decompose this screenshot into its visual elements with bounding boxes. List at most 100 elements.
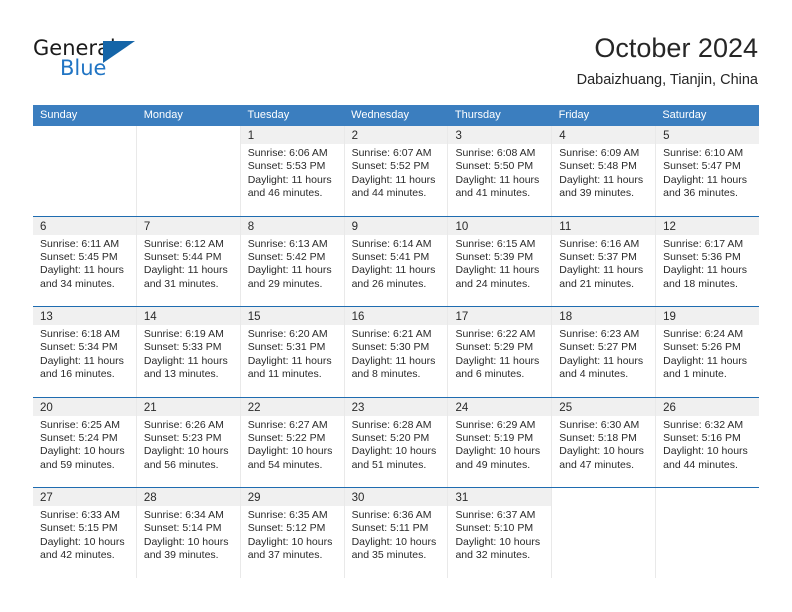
day-info: Sunrise: 6:24 AM Sunset: 5:26 PM Dayligh… bbox=[656, 325, 759, 382]
day-cell[interactable]: 19 Sunrise: 6:24 AM Sunset: 5:26 PM Dayl… bbox=[656, 307, 760, 397]
day-cell[interactable]: 11 Sunrise: 6:16 AM Sunset: 5:37 PM Dayl… bbox=[552, 216, 657, 306]
sunset-line: Sunset: 5:34 PM bbox=[40, 341, 118, 354]
sunset-line: Sunset: 5:14 PM bbox=[143, 522, 222, 535]
daylight-line-2: and 29 minutes. bbox=[247, 277, 323, 290]
day-number-band: 10 bbox=[448, 216, 552, 235]
day-number-band: 19 bbox=[656, 307, 760, 325]
day-number-band: 24 bbox=[448, 397, 552, 416]
daylight-line-1: Daylight: 11 hours bbox=[663, 264, 748, 277]
day-cell[interactable]: 23 Sunrise: 6:28 AM Sunset: 5:20 PM Dayl… bbox=[344, 397, 449, 487]
day-number-band: 25 bbox=[552, 397, 656, 416]
sunset-line: Sunset: 5:23 PM bbox=[143, 431, 222, 444]
day-cell[interactable]: 24 Sunrise: 6:29 AM Sunset: 5:19 PM Dayl… bbox=[448, 397, 553, 487]
day-number: 12 bbox=[663, 220, 676, 233]
day-cell[interactable]: 5 Sunrise: 6:10 AM Sunset: 5:47 PM Dayli… bbox=[656, 126, 760, 216]
day-number: 29 bbox=[247, 492, 261, 504]
day-info bbox=[137, 144, 240, 147]
weekday-header-sunday: Sunday bbox=[40, 109, 78, 121]
day-number: 21 bbox=[143, 401, 157, 414]
day-number: 13 bbox=[40, 311, 53, 323]
general-blue-logo[interactable]: General Blue bbox=[33, 36, 183, 86]
weekday-header-saturday: Saturday bbox=[662, 109, 707, 121]
daylight-line-1: Daylight: 11 hours bbox=[143, 264, 228, 277]
week-row: 27 Sunrise: 6:33 AM Sunset: 5:15 PM Dayl… bbox=[33, 487, 760, 578]
day-cell[interactable]: 17 Sunrise: 6:22 AM Sunset: 5:29 PM Dayl… bbox=[448, 307, 553, 397]
daylight-line-1: Daylight: 11 hours bbox=[351, 173, 436, 186]
day-cell[interactable]: 1 Sunrise: 6:06 AM Sunset: 5:53 PM Dayli… bbox=[240, 126, 345, 216]
sunrise-line: Sunrise: 6:09 AM bbox=[559, 147, 640, 159]
day-cell[interactable]: 20 Sunrise: 6:25 AM Sunset: 5:24 PM Dayl… bbox=[33, 397, 137, 487]
day-cell[interactable]: 16 Sunrise: 6:21 AM Sunset: 5:30 PM Dayl… bbox=[344, 307, 449, 397]
day-number-band: 1 bbox=[240, 126, 344, 144]
daylight-line-2: and 44 minutes. bbox=[663, 458, 738, 471]
sunrise-line: Sunrise: 6:22 AM bbox=[455, 328, 536, 340]
day-cell[interactable]: 12 Sunrise: 6:17 AM Sunset: 5:36 PM Dayl… bbox=[656, 216, 760, 306]
day-number-band: 16 bbox=[344, 307, 448, 325]
daylight-line-2: and 4 minutes. bbox=[559, 368, 629, 381]
day-cell[interactable]: 27 Sunrise: 6:33 AM Sunset: 5:15 PM Dayl… bbox=[33, 488, 137, 578]
day-cell[interactable]: 6 Sunrise: 6:11 AM Sunset: 5:45 PM Dayli… bbox=[33, 216, 137, 306]
day-cell[interactable]: 28 Sunrise: 6:34 AM Sunset: 5:14 PM Dayl… bbox=[136, 488, 241, 578]
sunrise-line: Sunrise: 6:14 AM bbox=[351, 237, 432, 250]
day-cell[interactable]: 14 Sunrise: 6:19 AM Sunset: 5:33 PM Dayl… bbox=[136, 307, 241, 397]
day-number-band: 21 bbox=[136, 397, 240, 416]
day-number: 1 bbox=[247, 130, 255, 142]
day-info: Sunrise: 6:07 AM Sunset: 5:52 PM Dayligh… bbox=[345, 144, 448, 201]
day-cell[interactable]: 7 Sunrise: 6:12 AM Sunset: 5:44 PM Dayli… bbox=[136, 216, 241, 306]
day-cell[interactable]: 26 Sunrise: 6:32 AM Sunset: 5:16 PM Dayl… bbox=[656, 397, 760, 487]
sunrise-line: Sunrise: 6:25 AM bbox=[40, 418, 120, 431]
daylight-line-1: Daylight: 11 hours bbox=[40, 354, 124, 367]
day-cell[interactable]: 4 Sunrise: 6:09 AM Sunset: 5:48 PM Dayli… bbox=[552, 126, 657, 216]
day-cell[interactable]: 2 Sunrise: 6:07 AM Sunset: 5:52 PM Dayli… bbox=[344, 126, 449, 216]
day-cell[interactable]: 18 Sunrise: 6:23 AM Sunset: 5:27 PM Dayl… bbox=[552, 307, 657, 397]
day-number: 2 bbox=[351, 130, 358, 142]
daylight-line-2: and 56 minutes. bbox=[143, 458, 219, 471]
daylight-line-2: and 59 minutes. bbox=[40, 458, 115, 471]
day-cell[interactable]: 22 Sunrise: 6:27 AM Sunset: 5:22 PM Dayl… bbox=[240, 397, 345, 487]
daylight-line-2: and 11 minutes. bbox=[247, 368, 322, 381]
day-cell[interactable]: 8 Sunrise: 6:13 AM Sunset: 5:42 PM Dayli… bbox=[240, 216, 345, 306]
day-number-band: 6 bbox=[33, 216, 136, 235]
daylight-line-1: Daylight: 10 hours bbox=[40, 445, 125, 458]
day-info: Sunrise: 6:27 AM Sunset: 5:22 PM Dayligh… bbox=[241, 416, 344, 473]
sunrise-line: Sunrise: 6:15 AM bbox=[455, 237, 536, 250]
day-info: Sunrise: 6:10 AM Sunset: 5:47 PM Dayligh… bbox=[656, 144, 759, 201]
sunset-line: Sunset: 5:45 PM bbox=[40, 250, 118, 263]
sunrise-line: Sunrise: 6:32 AM bbox=[663, 418, 744, 431]
day-cell[interactable]: 9 Sunrise: 6:14 AM Sunset: 5:41 PM Dayli… bbox=[344, 216, 449, 306]
sunset-line: Sunset: 5:12 PM bbox=[247, 522, 326, 535]
daylight-line-2: and 39 minutes. bbox=[559, 187, 635, 200]
sunrise-line: Sunrise: 6:21 AM bbox=[351, 328, 432, 340]
day-cell[interactable]: 10 Sunrise: 6:15 AM Sunset: 5:39 PM Dayl… bbox=[448, 216, 553, 306]
week-row: 1 Sunrise: 6:06 AM Sunset: 5:53 PM Dayli… bbox=[33, 126, 760, 216]
day-cell[interactable]: 13 Sunrise: 6:18 AM Sunset: 5:34 PM Dayl… bbox=[33, 307, 137, 397]
daylight-line-2: and 39 minutes. bbox=[143, 549, 219, 562]
page-title: October 2024 bbox=[594, 33, 758, 63]
day-number: 28 bbox=[143, 492, 157, 504]
sunrise-line: Sunrise: 6:37 AM bbox=[455, 509, 536, 521]
day-number-band: 20 bbox=[33, 397, 136, 416]
day-cell[interactable]: 21 Sunrise: 6:26 AM Sunset: 5:23 PM Dayl… bbox=[136, 397, 241, 487]
title-block: October 2024 Dabaizhuang, Tianjin, China bbox=[577, 31, 758, 91]
day-cell[interactable]: 31 Sunrise: 6:37 AM Sunset: 5:10 PM Dayl… bbox=[448, 488, 553, 578]
daylight-line-1: Daylight: 11 hours bbox=[247, 354, 332, 367]
sunset-line: Sunset: 5:27 PM bbox=[559, 341, 637, 354]
sunset-line: Sunset: 5:52 PM bbox=[351, 160, 430, 173]
daylight-line-1: Daylight: 11 hours bbox=[559, 354, 644, 367]
daylight-line-1: Daylight: 10 hours bbox=[559, 445, 644, 458]
sunset-line: Sunset: 5:53 PM bbox=[247, 160, 326, 173]
day-cell[interactable]: 15 Sunrise: 6:20 AM Sunset: 5:31 PM Dayl… bbox=[240, 307, 345, 397]
sunset-line: Sunset: 5:31 PM bbox=[247, 341, 326, 354]
daylight-line-2: and 42 minutes. bbox=[40, 549, 115, 562]
day-number: 15 bbox=[247, 311, 261, 323]
day-info: Sunrise: 6:15 AM Sunset: 5:39 PM Dayligh… bbox=[448, 235, 551, 292]
day-cell[interactable]: 25 Sunrise: 6:30 AM Sunset: 5:18 PM Dayl… bbox=[552, 397, 657, 487]
day-info: Sunrise: 6:25 AM Sunset: 5:24 PM Dayligh… bbox=[33, 416, 136, 473]
daylight-line-2: and 24 minutes. bbox=[455, 277, 531, 290]
day-cell[interactable]: 29 Sunrise: 6:35 AM Sunset: 5:12 PM Dayl… bbox=[240, 488, 345, 578]
day-number: 17 bbox=[455, 311, 469, 323]
sunrise-line: Sunrise: 6:17 AM bbox=[663, 237, 744, 250]
sunset-line: Sunset: 5:33 PM bbox=[143, 341, 222, 354]
day-cell[interactable]: 30 Sunrise: 6:36 AM Sunset: 5:11 PM Dayl… bbox=[344, 488, 449, 578]
day-cell[interactable]: 3 Sunrise: 6:08 AM Sunset: 5:50 PM Dayli… bbox=[448, 126, 553, 216]
